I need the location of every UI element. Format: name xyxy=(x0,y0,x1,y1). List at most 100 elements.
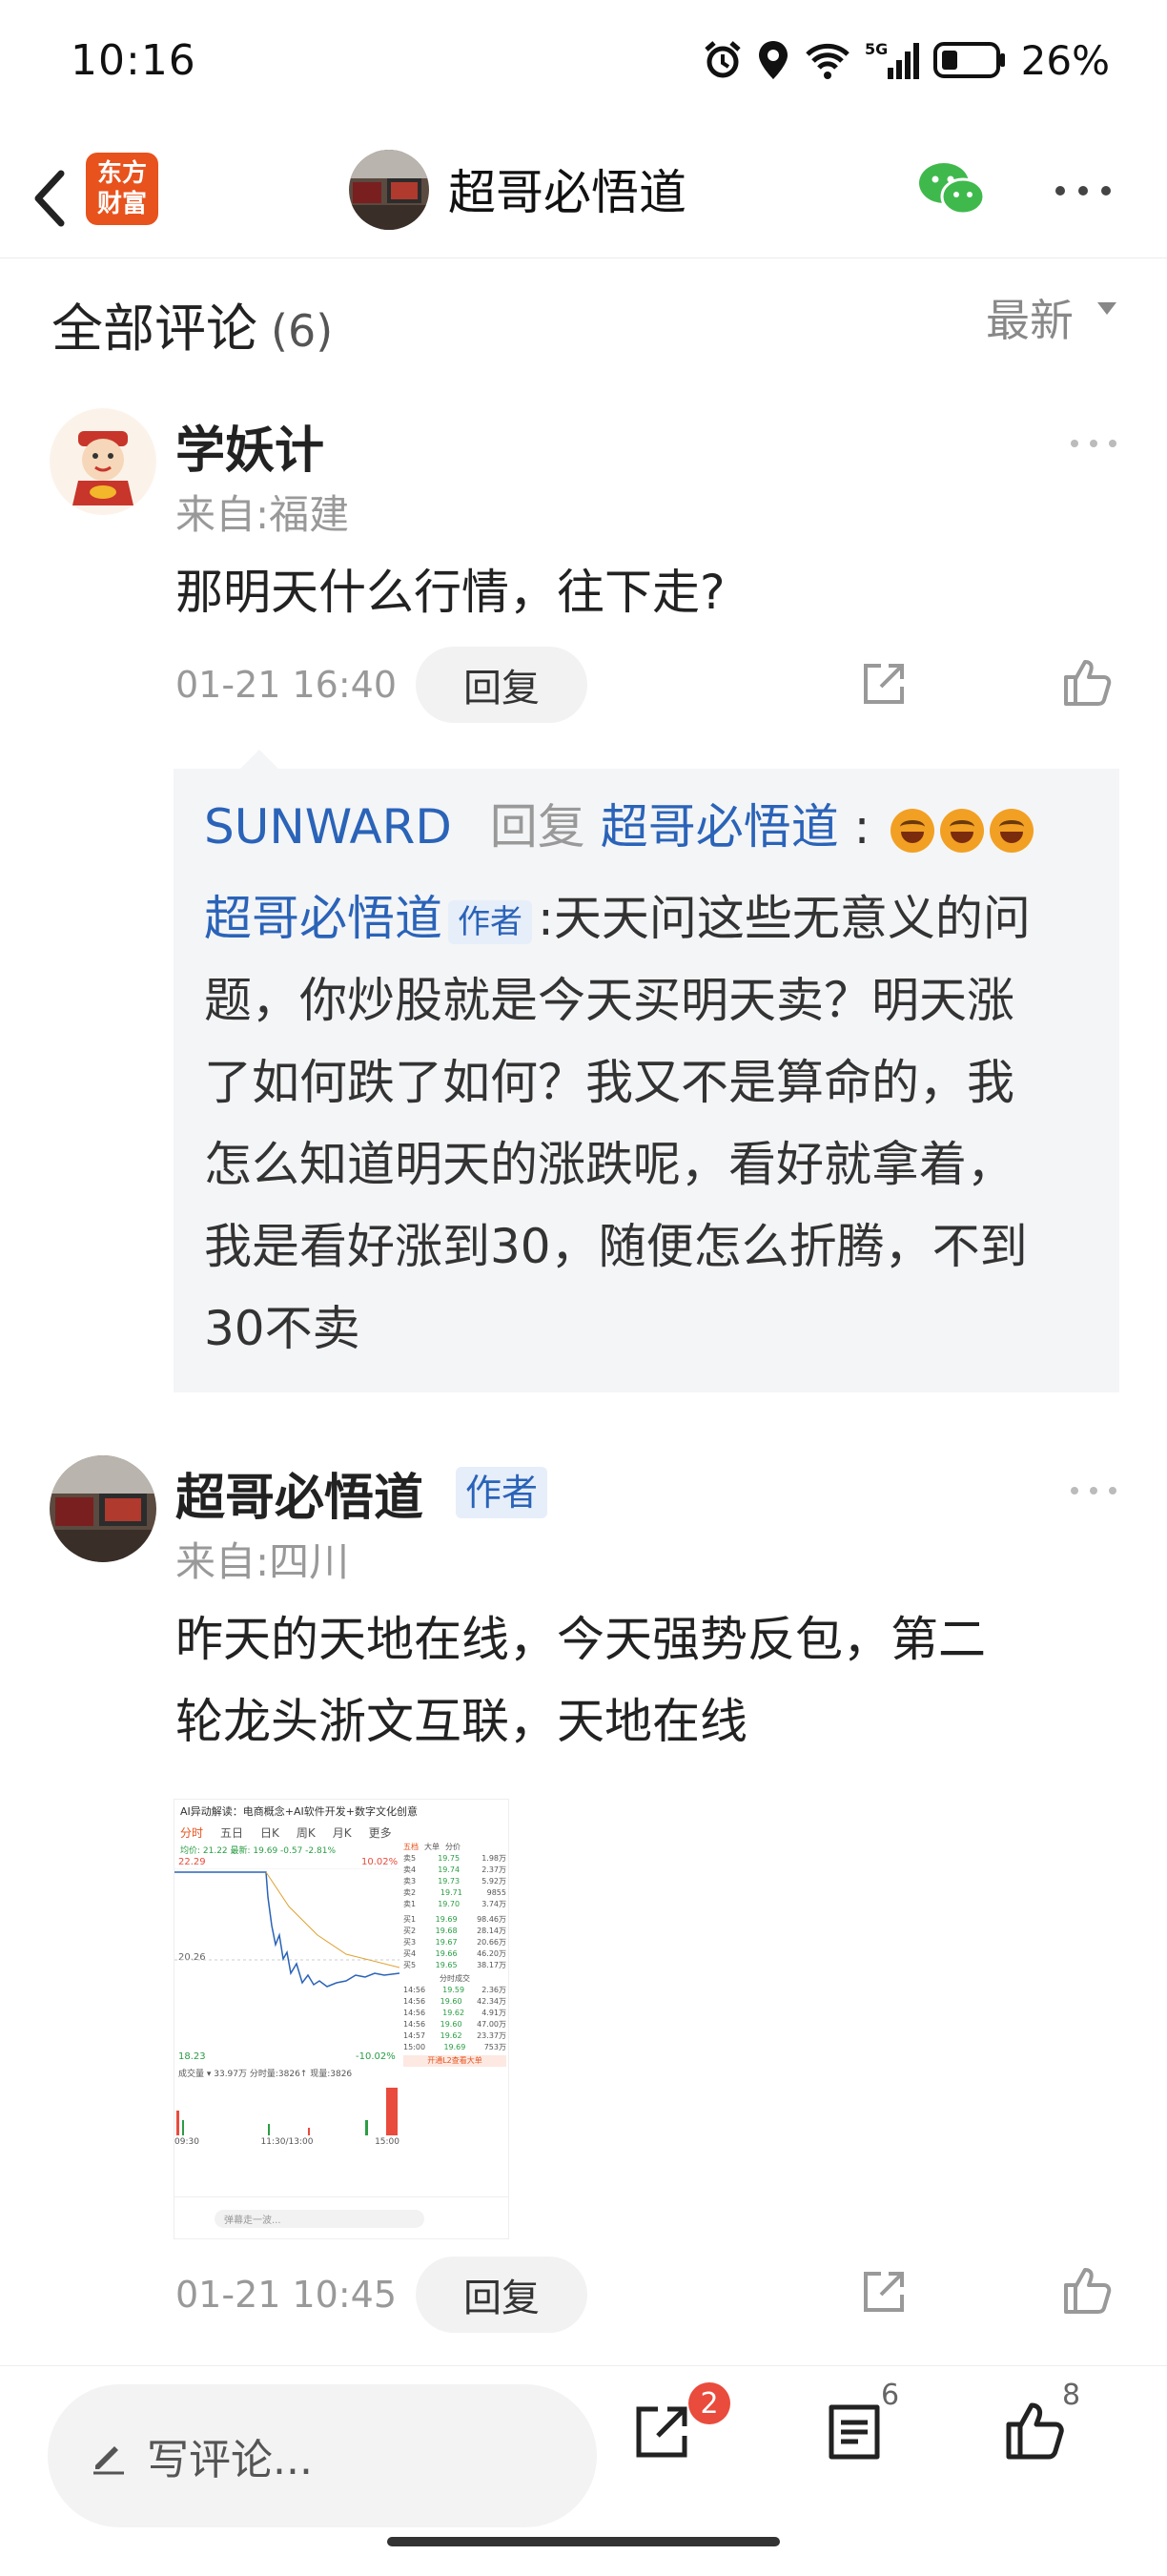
comment-text: 那明天什么行情，往下走? xyxy=(175,565,726,620)
order-row: 买3 19.67 20.66万 xyxy=(403,1937,506,1948)
order-row: 买5 19.65 38.17万 xyxy=(403,1960,506,1971)
order-cell: 42.34万 xyxy=(477,1997,506,2006)
order-cell: 28.14万 xyxy=(477,1927,506,1935)
order-cell: 卖2 xyxy=(403,1888,417,1897)
grin-emoji-icon xyxy=(990,808,1034,853)
comment-image[interactable]: AI异动解读：电商概念+AI软件开发+数字文化创意 分时 五日 日K 周K 月K… xyxy=(174,1799,509,2239)
comment-username[interactable]: 超哥必悟道 xyxy=(175,1457,423,1529)
comment-avatar[interactable] xyxy=(50,408,156,515)
image-headline: AI异动解读：电商概念+AI软件开发+数字文化创意 xyxy=(180,1805,418,1818)
order-cell: 19.66 xyxy=(435,1949,458,1958)
write-comment-placeholder: 写评论... xyxy=(147,2436,313,2484)
likes-count: 8 xyxy=(1062,2379,1081,2412)
order-row: 15:00 19.69 753万 xyxy=(403,2042,506,2053)
order-cell: 19.69 xyxy=(443,2043,466,2051)
reply-user[interactable]: SUNWARD xyxy=(204,799,452,855)
share-icon[interactable] xyxy=(860,2268,908,2316)
nav-avatar[interactable] xyxy=(349,150,429,230)
reply-word: 回复 xyxy=(489,799,585,855)
order-cell: 买4 xyxy=(403,1949,417,1958)
sort-dropdown-icon[interactable] xyxy=(1096,301,1117,317)
order-cell: 20.66万 xyxy=(477,1938,506,1947)
order-cell: 19.69 xyxy=(435,1915,458,1924)
time-label: 09:30 xyxy=(174,2137,199,2147)
time-label: 15:00 xyxy=(375,2137,399,2147)
order-cell: 14:56 xyxy=(403,1997,426,2006)
image-tab: 日K xyxy=(260,1826,279,1840)
battery-icon xyxy=(932,42,1005,78)
order-cell: 46.20万 xyxy=(477,1949,506,1958)
sort-selector[interactable]: 最新 xyxy=(986,286,1074,349)
write-comment-input[interactable]: 写评论... xyxy=(48,2384,597,2527)
quote-line: 怎么知道明天的涨跌呢，看好就拿着， xyxy=(204,1137,1014,1192)
order-row: 买4 19.66 46.20万 xyxy=(403,1948,506,1960)
comment-more-icon[interactable] xyxy=(1070,439,1117,448)
order-cell: 753万 xyxy=(483,2043,506,2051)
trades-title: 分时成交 xyxy=(440,1974,470,1983)
like-icon[interactable] xyxy=(1062,2264,1114,2316)
battery-percent: 26% xyxy=(1020,36,1110,84)
quote-author[interactable]: 超哥必悟道 xyxy=(204,891,442,946)
more-options-icon[interactable] xyxy=(1054,185,1112,196)
comments-header: 全部评论 (6) xyxy=(51,286,333,361)
order-cell: 14:56 xyxy=(403,2009,426,2017)
order-cell: 19.75 xyxy=(438,1854,461,1863)
author-badge: 作者 xyxy=(448,899,532,944)
order-tab: 大单 xyxy=(424,1843,440,1851)
order-tab: 分价 xyxy=(445,1843,461,1851)
like-icon[interactable] xyxy=(1005,2400,1066,2461)
reply-button[interactable]: 回复 xyxy=(416,2257,587,2333)
comment-username[interactable]: 学妖计 xyxy=(175,410,324,482)
wifi-icon xyxy=(805,43,850,79)
image-tab: 月K xyxy=(332,1826,352,1840)
back-icon[interactable] xyxy=(23,160,80,237)
quote-line: 了如何跌了如何？我又不是算命的，我 xyxy=(204,1055,1014,1110)
order-row: 买2 19.68 28.14万 xyxy=(403,1926,506,1937)
app-logo[interactable]: 东方 财富 xyxy=(86,153,158,225)
order-cell: 19.71 xyxy=(440,1888,462,1897)
order-cell: 19.74 xyxy=(438,1865,461,1874)
order-row: 14:57 19.62 23.37万 xyxy=(403,2030,506,2042)
reply-target[interactable]: 超哥必悟道 xyxy=(601,799,839,855)
order-cell: 19.60 xyxy=(440,2020,462,2029)
price-high: 22.29 xyxy=(178,1857,206,1867)
order-row: 卖2 19.71 9855 xyxy=(403,1887,506,1899)
order-cell: 23.37万 xyxy=(477,2031,506,2040)
home-indicator[interactable] xyxy=(387,2537,780,2546)
order-cell: 14:56 xyxy=(403,2020,426,2029)
author-badge: 作者 xyxy=(456,1467,548,1518)
comment-date: 01-21 10:45 xyxy=(175,2274,398,2316)
image-tab: 周K xyxy=(296,1826,316,1840)
comments-icon[interactable] xyxy=(826,2401,883,2463)
quote-line: 30不卖 xyxy=(204,1301,360,1356)
alarm-icon xyxy=(704,41,741,78)
order-cell: 19.67 xyxy=(435,1938,458,1947)
comments-count: (6) xyxy=(271,305,334,357)
order-cell: 卖5 xyxy=(403,1854,417,1863)
order-tab: 五档 xyxy=(403,1843,419,1851)
comment-avatar[interactable] xyxy=(50,1455,156,1562)
order-cell: 2.36万 xyxy=(481,1986,506,1994)
order-cell: 买5 xyxy=(403,1961,417,1969)
share-icon[interactable] xyxy=(631,2401,692,2463)
up-limit-pct: 10.02% xyxy=(361,1857,399,1867)
volume-chart xyxy=(176,2088,398,2135)
image-tab: 五日 xyxy=(220,1826,244,1840)
reply-button[interactable]: 回复 xyxy=(416,647,587,723)
quote-reply-line: SUNWARD 回复 超哥必悟道 : xyxy=(204,786,1034,868)
order-cell: 3.74万 xyxy=(481,1900,506,1908)
order-row: 卖4 19.74 2.37万 xyxy=(403,1865,506,1876)
comment-more-icon[interactable] xyxy=(1070,1486,1117,1495)
page-title: 超哥必悟道 xyxy=(448,165,686,220)
like-icon[interactable] xyxy=(1062,656,1114,708)
order-cell: 98.46万 xyxy=(477,1915,506,1924)
share-icon[interactable] xyxy=(860,660,908,708)
order-cell: 47.00万 xyxy=(477,2020,506,2029)
comments-count: 6 xyxy=(881,2379,900,2412)
quote-text-line-1: 超哥必悟道 作者:天天问这些无意义的问 xyxy=(204,877,1031,959)
pencil-icon xyxy=(93,2446,124,2475)
order-row: 14:56 19.62 4.91万 xyxy=(403,2008,506,2019)
wechat-share-icon[interactable] xyxy=(917,160,986,217)
order-row: 卖5 19.75 1.98万 xyxy=(403,1853,506,1865)
order-cell: 5.92万 xyxy=(481,1877,506,1886)
